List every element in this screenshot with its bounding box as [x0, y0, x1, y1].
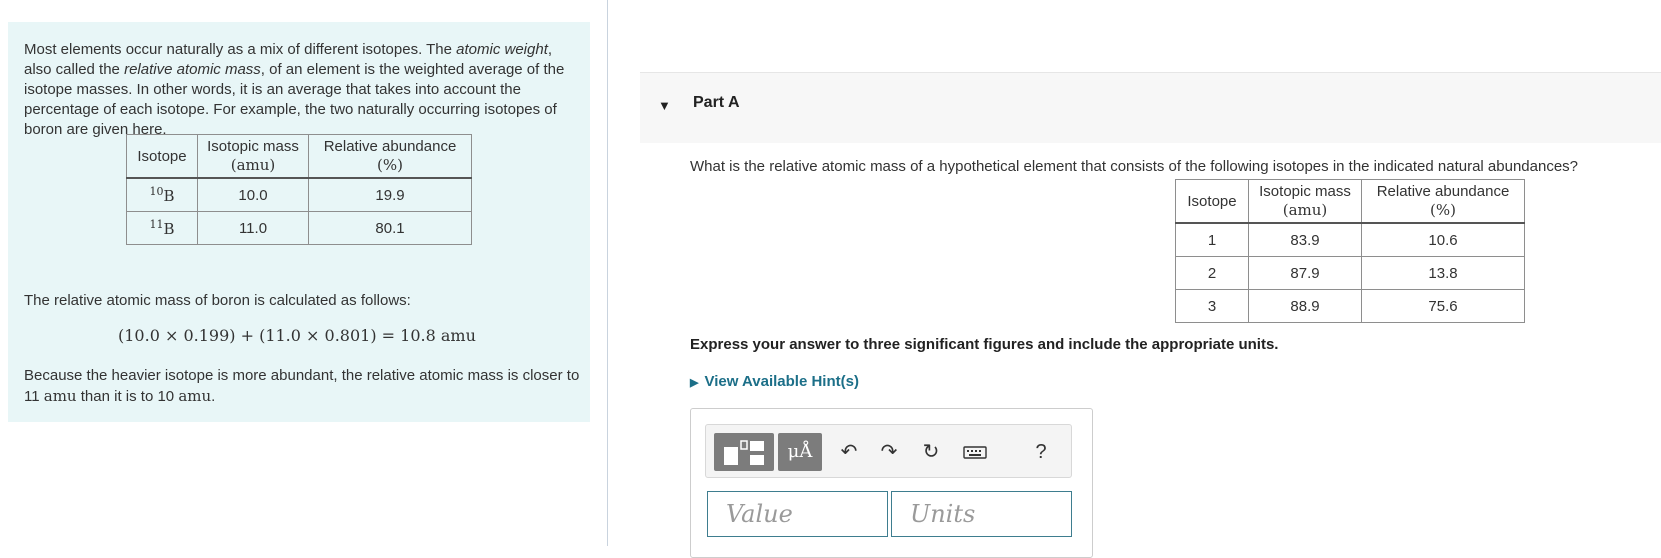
answer-instruction: Express your answer to three significant…	[690, 336, 1279, 353]
answer-toolbar: μÅ ↶ ↷ ↻ ?	[705, 424, 1072, 478]
symbols-button[interactable]: μÅ	[778, 433, 822, 471]
part-title: Part A	[693, 94, 740, 111]
abundance-cell: 13.8	[1361, 256, 1525, 290]
calculation-intro: The relative atomic mass of boron is cal…	[24, 292, 411, 309]
hypothetical-isotope-table: Isotope Isotopic mass (amu) Relative abun…	[1175, 179, 1525, 323]
header-isotope: Isotope	[126, 134, 198, 179]
isotope-number-cell: 2	[1175, 256, 1249, 290]
abundance-cell: 75.6	[1361, 289, 1525, 323]
isotopic-mass-cell: 10.0	[197, 177, 309, 212]
isotope-symbol: 10B	[126, 177, 198, 212]
isotope-number-cell: 1	[1175, 222, 1249, 257]
isotopic-mass-cell: 83.9	[1248, 222, 1362, 257]
header-isotopic-mass: Isotopic mass (amu)	[1248, 179, 1362, 224]
keyboard-icon[interactable]	[960, 437, 990, 467]
header-relative-abundance: Relative abundance (%)	[308, 134, 472, 179]
table-row: 10B 10.0 19.9	[126, 177, 472, 212]
boron-isotope-table: Isotope Isotopic mass (amu) Relative abun…	[126, 134, 472, 245]
view-hints-link[interactable]: ▶ View Available Hint(s)	[690, 373, 859, 390]
column-divider	[607, 0, 608, 546]
undo-icon[interactable]: ↶	[834, 437, 864, 467]
table-row: 3 88.9 75.6	[1175, 289, 1525, 323]
templates-button[interactable]	[714, 433, 774, 471]
collapse-caret-icon[interactable]: ▼	[658, 98, 671, 113]
isotope-symbol: 11B	[126, 211, 198, 245]
units-field[interactable]	[891, 491, 1072, 537]
reset-icon[interactable]: ↻	[916, 437, 946, 467]
header-isotope: Isotope	[1175, 179, 1249, 224]
help-button[interactable]: ?	[1026, 437, 1056, 467]
units-input[interactable]	[892, 492, 1071, 536]
intro-paragraph: Most elements occur naturally as a mix o…	[24, 41, 565, 138]
conclusion-text: Because the heavier isotope is more abun…	[24, 367, 580, 405]
table-row: 1 83.9 10.6	[1175, 222, 1525, 257]
redo-icon[interactable]: ↷	[874, 437, 904, 467]
templates-icon	[724, 440, 764, 465]
isotopic-mass-cell: 87.9	[1248, 256, 1362, 290]
table-row: 11B 11.0 80.1	[126, 211, 472, 245]
value-input[interactable]	[708, 492, 887, 536]
abundance-cell: 10.6	[1361, 222, 1525, 257]
boron-equation: (10.0 × 0.199) + (11.0 × 0.801) = 10.8 a…	[118, 326, 476, 345]
answer-box: μÅ ↶ ↷ ↻ ?	[690, 408, 1093, 558]
isotope-number-cell: 3	[1175, 289, 1249, 323]
abundance-cell: 19.9	[308, 177, 472, 212]
header-relative-abundance: Relative abundance (%)	[1361, 179, 1525, 224]
isotopic-mass-cell: 11.0	[197, 211, 309, 245]
abundance-cell: 80.1	[308, 211, 472, 245]
table-row: 2 87.9 13.8	[1175, 256, 1525, 290]
header-isotopic-mass: Isotopic mass (amu)	[197, 134, 309, 179]
value-field[interactable]	[707, 491, 888, 537]
part-a-header[interactable]: ▼ Part A	[640, 72, 1661, 143]
question-text: What is the relative atomic mass of a hy…	[690, 158, 1579, 175]
expand-triangle-icon: ▶	[690, 377, 699, 389]
isotopic-mass-cell: 88.9	[1248, 289, 1362, 323]
